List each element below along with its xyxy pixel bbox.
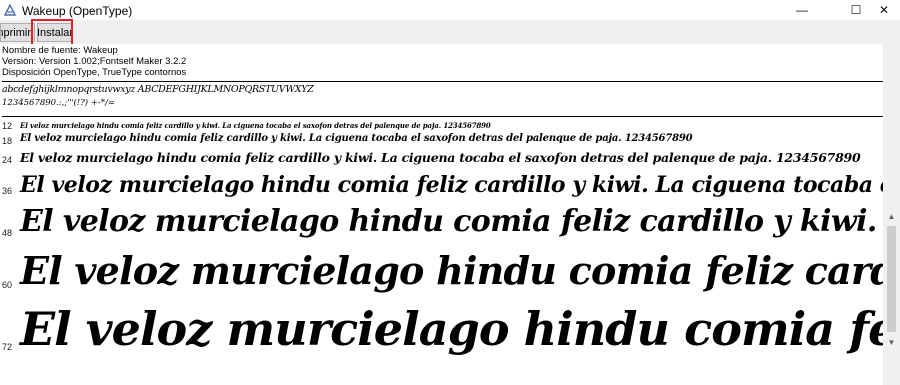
sample-text: El veloz murcielago hindu comia feliz ca… (20, 172, 897, 198)
sample-text: El veloz murcielago hindu comia feliz ca… (20, 302, 897, 356)
install-highlight-box (31, 19, 73, 46)
size-label: 18 (2, 136, 13, 146)
sample-text: El veloz murcielago hindu comia feliz ca… (20, 121, 491, 130)
toolbar: Imprimir Instalar (0, 20, 900, 44)
size-label: 48 (2, 228, 13, 238)
font-preview-area: Nombre de fuente: Wakeup Versión: Versio… (0, 44, 897, 385)
scroll-thumb[interactable] (887, 226, 896, 332)
sample-text: El veloz murcielago hindu comia feliz ca… (20, 133, 693, 144)
font-name-line: Nombre de fuente: Wakeup (2, 45, 118, 56)
size-label: 24 (2, 155, 13, 165)
size-label: 12 (2, 121, 13, 131)
charset-digits: 1234567890.:,;'"(!?) +-*/= (2, 98, 115, 108)
scroll-down-arrow-icon[interactable]: ▼ (883, 334, 900, 351)
size-label: 36 (2, 186, 13, 196)
size-label: 72 (2, 342, 13, 352)
font-info: Nombre de fuente: Wakeup Versión: Versio… (2, 45, 186, 78)
sample-text: El veloz murcielago hindu comia feliz ca… (20, 150, 861, 165)
window-title: Wakeup (OpenType) (22, 4, 133, 18)
close-button[interactable]: ✕ (868, 0, 900, 20)
size-label: 60 (2, 280, 13, 290)
scroll-up-arrow-icon[interactable]: ▲ (883, 208, 900, 225)
separator (2, 116, 897, 117)
minimize-button[interactable]: — (780, 0, 824, 20)
title-bar: Wakeup (OpenType) — ☐ ✕ (0, 0, 900, 20)
charset-letters: abcdefghijklmnopqrstuvwxyz ABCDEFGHIJKLM… (2, 84, 314, 95)
font-layout-line: Disposición OpenType, TrueType contornos (2, 67, 187, 78)
font-app-icon (4, 4, 16, 16)
sample-text: El veloz murcielago hindu comia feliz ca… (20, 248, 897, 293)
separator (2, 81, 897, 82)
vertical-scrollbar[interactable]: ▲ ▼ (883, 44, 900, 385)
font-version-line: Versión: Version 1.002;Fontself Maker 3.… (2, 56, 187, 67)
print-button[interactable]: Imprimir (0, 23, 35, 42)
sample-text: El veloz murcielago hindu comia feliz ca… (20, 204, 897, 239)
